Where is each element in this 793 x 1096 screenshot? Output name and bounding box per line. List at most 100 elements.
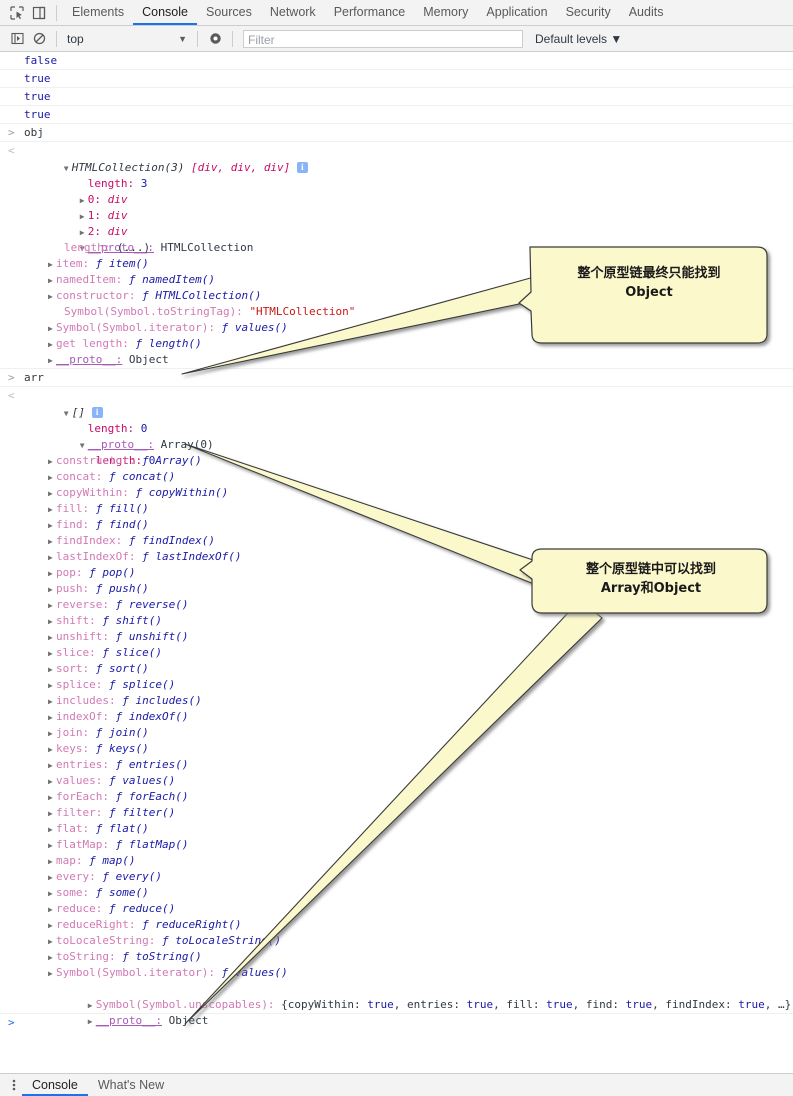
disclosure-triangle-icon[interactable]: ▶ [48, 566, 56, 582]
object-property[interactable]: ▶ shift: ƒ shift() [0, 613, 793, 629]
tab-performance[interactable]: Performance [325, 0, 415, 25]
array-property-unscopables[interactable]: ▶ Symbol(Symbol.unscopables): {copyWithin… [0, 981, 793, 1011]
object-property[interactable]: ▶ find: ƒ find() [0, 517, 793, 533]
tab-sources[interactable]: Sources [197, 0, 261, 25]
more-options-icon[interactable] [6, 1078, 22, 1093]
object-property[interactable]: ▶ filter: ƒ filter() [0, 805, 793, 821]
disclosure-triangle-open-icon[interactable]: ▼ [80, 438, 88, 454]
disclosure-triangle-icon[interactable]: ▶ [48, 614, 56, 630]
object-property[interactable]: ▶ entries: ƒ entries() [0, 757, 793, 773]
disclosure-triangle-icon[interactable]: ▶ [48, 790, 56, 806]
disclosure-triangle-icon[interactable]: ▶ [80, 225, 88, 241]
object-property[interactable]: ▶ forEach: ƒ forEach() [0, 789, 793, 805]
tab-audits[interactable]: Audits [620, 0, 673, 25]
disclosure-triangle-icon[interactable]: ▶ [48, 806, 56, 822]
object-property[interactable]: ▶ sort: ƒ sort() [0, 661, 793, 677]
filter-input[interactable]: Filter [243, 29, 523, 48]
object-property[interactable]: ▶ values: ƒ values() [0, 773, 793, 789]
object-property[interactable]: ▶ concat: ƒ concat() [0, 469, 793, 485]
disclosure-triangle-icon[interactable]: ▶ [48, 598, 56, 614]
disclosure-triangle-icon[interactable]: ▶ [48, 966, 56, 982]
disclosure-triangle-icon[interactable]: ▶ [48, 353, 56, 369]
disclosure-triangle-icon[interactable]: ▶ [48, 582, 56, 598]
disclosure-triangle-icon[interactable]: ▶ [48, 257, 56, 273]
object-property[interactable]: ▶ fill: ƒ fill() [0, 501, 793, 517]
object-header[interactable]: ▼ HTMLCollection(3) [div, div, div] i [0, 144, 793, 174]
disclosure-triangle-icon[interactable]: ▶ [48, 502, 56, 518]
disclosure-triangle-icon[interactable]: ▶ [48, 534, 56, 550]
disclosure-triangle-icon[interactable]: ▶ [80, 209, 88, 225]
disclosure-triangle-icon[interactable]: ▶ [48, 646, 56, 662]
disclosure-triangle-icon[interactable]: ▶ [48, 726, 56, 742]
disclosure-triangle-icon[interactable]: ▶ [48, 918, 56, 934]
object-property[interactable]: ▶ unshift: ƒ unshift() [0, 629, 793, 645]
object-property[interactable]: ▶ push: ƒ push() [0, 581, 793, 597]
disclosure-triangle-icon[interactable]: ▶ [48, 886, 56, 902]
execution-context-select[interactable]: top ▼ [63, 32, 191, 46]
object-property[interactable]: ▶ indexOf: ƒ indexOf() [0, 709, 793, 725]
object-property[interactable]: ▶ toLocaleString: ƒ toLocaleString() [0, 933, 793, 949]
log-levels-select[interactable]: Default levels ▼ [535, 32, 622, 46]
console-result-object-htmlcollection[interactable]: < ▼ HTMLCollection(3) [div, div, div] i l… [0, 142, 793, 368]
object-property[interactable]: ▶ flatMap: ƒ flatMap() [0, 837, 793, 853]
disclosure-triangle-icon[interactable]: ▶ [48, 678, 56, 694]
disclosure-triangle-icon[interactable]: ▶ [48, 710, 56, 726]
disclosure-triangle-icon[interactable]: ▶ [48, 337, 56, 353]
object-property[interactable]: ▶ keys: ƒ keys() [0, 741, 793, 757]
disclosure-triangle-open-icon[interactable]: ▼ [64, 161, 72, 177]
console-result-object-array[interactable]: < ▼[] i length: 0 ▼ __proto__: Array(0) l… [0, 387, 793, 1027]
disclosure-triangle-icon[interactable]: ▶ [48, 470, 56, 486]
tab-console[interactable]: Console [133, 0, 197, 25]
object-property[interactable]: ▶ toString: ƒ toString() [0, 949, 793, 965]
disclosure-triangle-icon[interactable]: ▶ [48, 950, 56, 966]
disclosure-triangle-icon[interactable]: ▶ [48, 550, 56, 566]
object-property[interactable]: ▶ Symbol(Symbol.iterator): ƒ values() [0, 320, 793, 336]
object-property[interactable]: ▶ flat: ƒ flat() [0, 821, 793, 837]
object-property[interactable]: ▶ namedItem: ƒ namedItem() [0, 272, 793, 288]
disclosure-triangle-icon[interactable]: ▶ [48, 630, 56, 646]
object-property[interactable]: ▶ __proto__: Object [0, 352, 793, 368]
object-property[interactable]: ▶ pop: ƒ pop() [0, 565, 793, 581]
object-property[interactable]: ▶ copyWithin: ƒ copyWithin() [0, 485, 793, 501]
info-icon[interactable]: i [91, 406, 103, 418]
tab-elements[interactable]: Elements [63, 0, 133, 25]
console-log-area[interactable]: false true true true > obj < ▼ HTMLCollec… [0, 52, 793, 1073]
disclosure-triangle-icon[interactable]: ▶ [48, 774, 56, 790]
disclosure-triangle-icon[interactable]: ▶ [48, 838, 56, 854]
object-property[interactable]: ▶ get length: ƒ length() [0, 336, 793, 352]
object-property[interactable]: ▶ lastIndexOf: ƒ lastIndexOf() [0, 549, 793, 565]
tab-application[interactable]: Application [477, 0, 556, 25]
disclosure-triangle-icon[interactable]: ▶ [80, 193, 88, 209]
disclosure-triangle-icon[interactable]: ▶ [48, 934, 56, 950]
disclosure-triangle-icon[interactable]: ▶ [48, 758, 56, 774]
disclosure-triangle-icon[interactable]: ▶ [48, 902, 56, 918]
console-sidebar-icon[interactable] [6, 28, 28, 50]
drawer-tab-console[interactable]: Console [22, 1074, 88, 1096]
disclosure-triangle-icon[interactable]: ▶ [48, 273, 56, 289]
disclosure-triangle-icon[interactable]: ▶ [48, 486, 56, 502]
object-property[interactable]: ▶ slice: ƒ slice() [0, 645, 793, 661]
info-icon[interactable]: i [296, 161, 308, 173]
object-property[interactable]: ▶ findIndex: ƒ findIndex() [0, 533, 793, 549]
object-property[interactable]: ▶ constructor: ƒ Array() [0, 453, 793, 469]
disclosure-triangle-open-icon[interactable]: ▼ [64, 406, 72, 422]
object-property[interactable]: ▶ splice: ƒ splice() [0, 677, 793, 693]
inspect-element-icon[interactable] [6, 2, 28, 24]
tab-network[interactable]: Network [261, 0, 325, 25]
object-property[interactable]: ▶ every: ƒ every() [0, 869, 793, 885]
object-property[interactable]: ▶ join: ƒ join() [0, 725, 793, 741]
live-expression-icon[interactable] [204, 28, 226, 50]
disclosure-triangle-icon[interactable]: ▶ [48, 321, 56, 337]
disclosure-triangle-icon[interactable]: ▶ [48, 518, 56, 534]
disclosure-triangle-icon[interactable]: ▶ [48, 454, 56, 470]
object-property[interactable]: ▶ map: ƒ map() [0, 853, 793, 869]
disclosure-triangle-icon[interactable]: ▶ [48, 694, 56, 710]
object-property[interactable]: ▶ reverse: ƒ reverse() [0, 597, 793, 613]
object-property[interactable]: ▶ includes: ƒ includes() [0, 693, 793, 709]
clear-console-icon[interactable] [28, 28, 50, 50]
drawer-tab-whats-new[interactable]: What's New [88, 1074, 174, 1096]
disclosure-triangle-icon[interactable]: ▶ [48, 289, 56, 305]
disclosure-triangle-icon[interactable]: ▶ [48, 854, 56, 870]
tab-security[interactable]: Security [557, 0, 620, 25]
object-property[interactable]: ▶ Symbol(Symbol.iterator): ƒ values() [0, 965, 793, 981]
